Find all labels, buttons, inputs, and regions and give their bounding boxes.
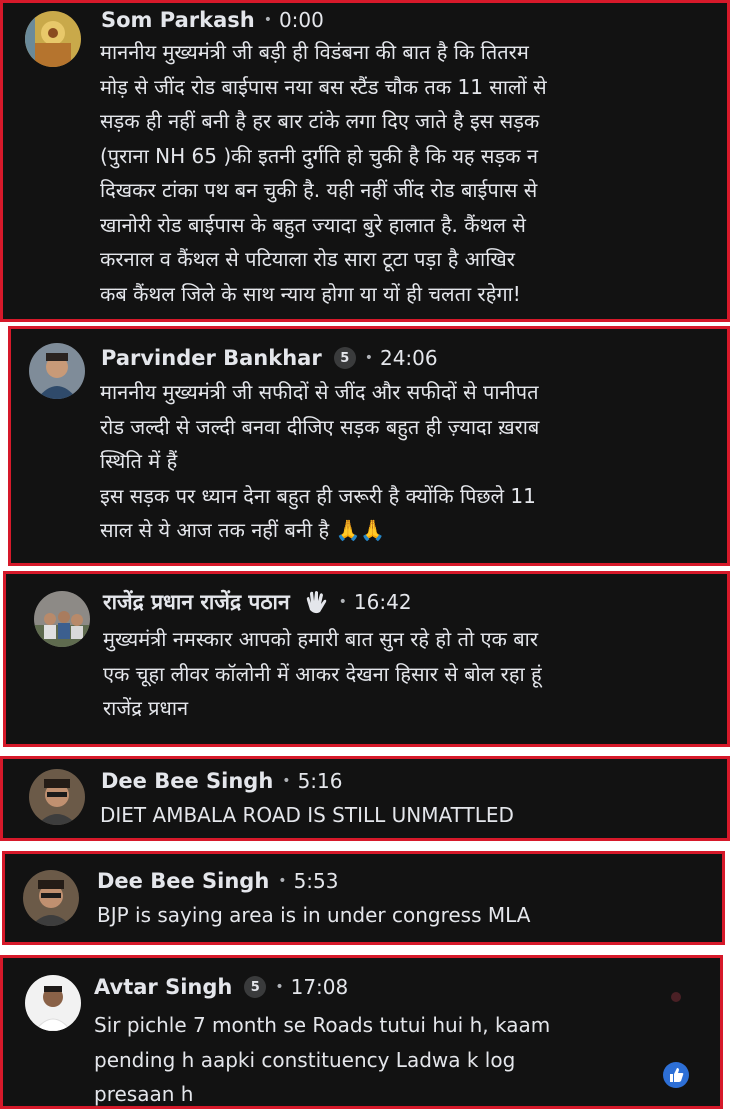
comment-line: इस सड़क पर ध्यान देना बहुत ही जरूरी है क… <box>100 483 536 508</box>
comment-card: Parvinder Bankhar 5 • 24:06 माननीय मुख्य… <box>8 326 730 566</box>
avatar[interactable] <box>25 11 81 67</box>
avatar[interactable] <box>29 343 85 399</box>
avatar[interactable] <box>25 975 81 1031</box>
comment-line: साल से ये आज तक नहीं बनी है 🙏🙏 <box>100 513 539 548</box>
comment-line: मुख्यमंत्री नमस्कार आपको हमारी बात सुन र… <box>103 627 539 651</box>
comment-text: DIET AMBALA ROAD IS STILL UNMATTLED <box>100 798 514 833</box>
comment-line: रोड जल्दी से जल्दी बनवा दीजिए सड़क बहुत … <box>100 414 540 439</box>
comment-line-text: साल से ये आज तक नहीं बनी है <box>100 518 330 542</box>
comment-text: Sir pichle 7 month se Roads tutui hui h,… <box>94 1008 551 1106</box>
like-icon[interactable] <box>663 1062 689 1088</box>
comment-text: माननीय मुख्यमंत्री जी सफीदों से जींद और … <box>100 375 539 548</box>
comment-line: माननीय मुख्यमंत्री जी बड़ी ही विडंबना की… <box>100 40 529 64</box>
comment-line: Sir pichle 7 month se Roads tutui hui h,… <box>94 1013 551 1037</box>
comment-header: Dee Bee Singh • 5:53 <box>97 867 338 895</box>
comment-line: pending h aapki constituency Ladwa k log <box>94 1047 516 1072</box>
comment-text: मुख्यमंत्री नमस्कार आपको हमारी बात सुन र… <box>103 622 542 726</box>
comment-line: BJP is saying area is in under congress … <box>97 903 531 927</box>
separator-dot: • <box>364 350 373 366</box>
comment-header: Avtar Singh 5 • 17:08 <box>94 973 348 1001</box>
comment-time[interactable]: 0:00 <box>279 8 324 32</box>
badge-icon: 5 <box>333 347 356 369</box>
comment-line: स्थिति में हैं <box>100 449 178 473</box>
comment-line: खानोरी रोड बाईपास के बहुत ज्यादा बुरे हा… <box>100 212 526 237</box>
comment-card: Avtar Singh 5 • 17:08 Sir pichle 7 month… <box>0 955 723 1109</box>
author-name[interactable]: Som Parkash <box>101 8 255 32</box>
folded-hands-icon: 🙏🙏 <box>335 518 386 542</box>
avatar[interactable] <box>34 591 90 647</box>
separator-dot: • <box>278 873 287 889</box>
comment-header: Som Parkash • 0:00 <box>101 6 324 34</box>
comment-line: एक चूहा लीवर कॉलोनी में आकर देखना हिसार … <box>103 661 542 686</box>
comment-text: माननीय मुख्यमंत्री जी बड़ी ही विडंबना की… <box>100 35 547 311</box>
author-name[interactable]: Dee Bee Singh <box>101 769 273 793</box>
separator-dot: • <box>338 594 347 610</box>
author-name[interactable]: Parvinder Bankhar <box>101 346 322 370</box>
comment-line: माननीय मुख्यमंत्री जी सफीदों से जींद और … <box>100 380 539 404</box>
badge-icon: 5 <box>244 976 267 998</box>
comment-header: राजेंद्र प्रधान राजेंद्र पठान • 16:42 <box>103 588 412 616</box>
wave-hand-icon <box>302 588 330 616</box>
author-name[interactable]: Dee Bee Singh <box>97 869 269 893</box>
comment-line: presaan h <box>94 1082 194 1106</box>
comment-line: सड़क ही नहीं बनी है हर बार टांके लगा दिए… <box>100 109 540 133</box>
comment-line: कब कैंथल जिले के साथ न्याय होगा या यों ह… <box>100 281 521 306</box>
comment-header: Parvinder Bankhar 5 • 24:06 <box>101 344 438 372</box>
comment-card: Dee Bee Singh • 5:16 DIET AMBALA ROAD IS… <box>0 756 730 841</box>
comment-line: दिखकर टांका पथ बन चुकी है. यही नहीं जींद… <box>100 178 538 202</box>
author-name[interactable]: राजेंद्र प्रधान राजेंद्र पठान <box>103 588 290 616</box>
comment-line: DIET AMBALA ROAD IS STILL UNMATTLED <box>100 803 514 827</box>
comment-line: करनाल व कैंथल से पटियाला रोड सारा टूटा प… <box>100 247 515 271</box>
author-name[interactable]: Avtar Singh <box>94 975 232 999</box>
avatar[interactable] <box>29 769 85 825</box>
comment-time[interactable]: 5:16 <box>298 769 343 793</box>
comment-time[interactable]: 5:53 <box>294 869 339 893</box>
comment-header: Dee Bee Singh • 5:16 <box>101 767 342 795</box>
comment-line: मोड़ से जींद रोड बाईपास नया बस स्टैंड चौ… <box>100 74 547 99</box>
separator-dot: • <box>275 979 284 995</box>
options-dot-icon <box>671 992 681 1002</box>
comment-line: (पुराना NH 65 )की इतनी दुर्गति हो चुकी ह… <box>100 143 538 168</box>
comment-card: Dee Bee Singh • 5:53 BJP is saying area … <box>2 851 725 945</box>
comment-card: राजेंद्र प्रधान राजेंद्र पठान • 16:42 मु… <box>3 571 730 747</box>
comment-time[interactable]: 24:06 <box>380 346 438 370</box>
comment-time[interactable]: 16:42 <box>354 590 412 614</box>
comment-line: राजेंद्र प्रधान <box>103 696 189 720</box>
separator-dot: • <box>282 773 291 789</box>
separator-dot: • <box>263 12 272 28</box>
comment-time[interactable]: 17:08 <box>291 975 349 999</box>
comment-text: BJP is saying area is in under congress … <box>97 898 530 933</box>
comment-card: Som Parkash • 0:00 माननीय मुख्यमंत्री जी… <box>0 0 730 322</box>
avatar[interactable] <box>23 870 79 926</box>
